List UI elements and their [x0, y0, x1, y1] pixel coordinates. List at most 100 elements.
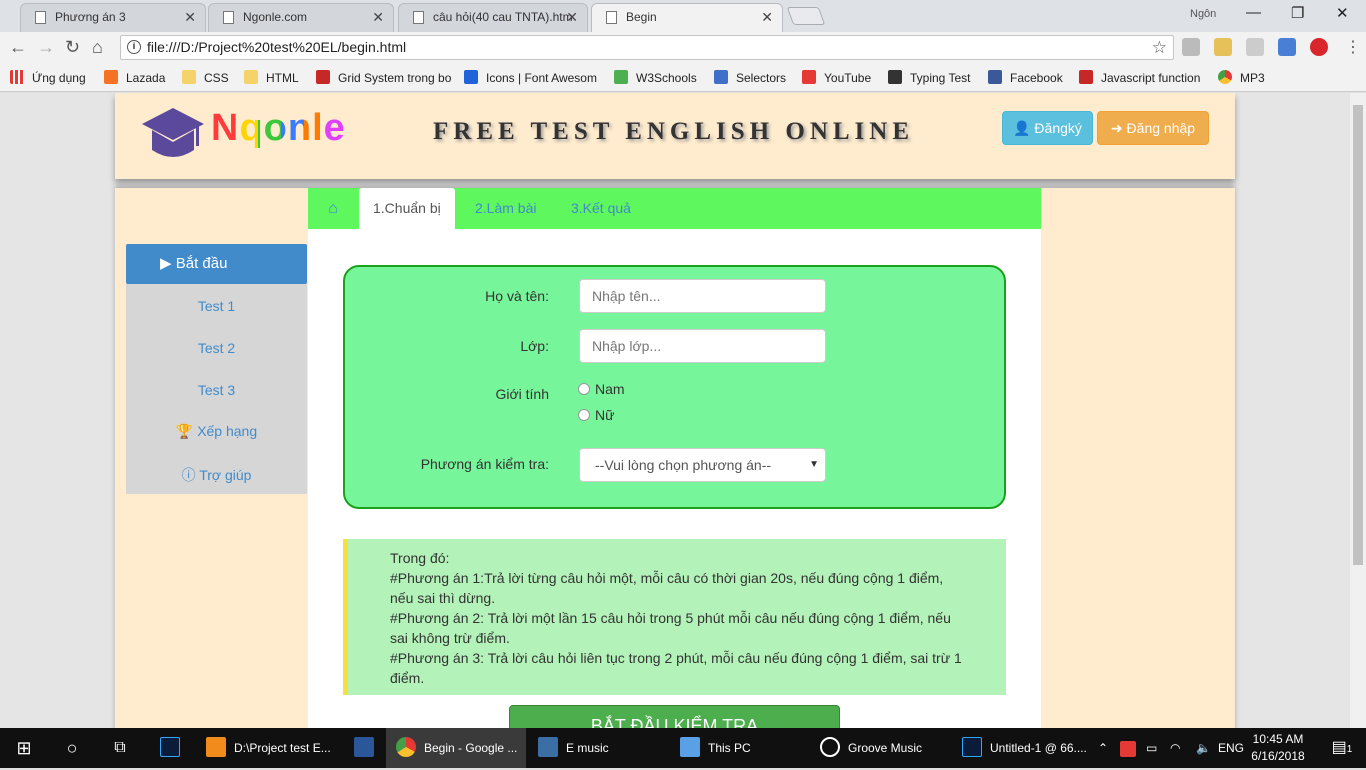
close-window-icon[interactable]: ✕	[1336, 4, 1349, 22]
page-icon	[413, 11, 424, 24]
bookmark-item[interactable]: Typing Test	[888, 70, 970, 85]
notification-count: 1	[1346, 744, 1353, 755]
sidebar-item-help[interactable]: ⓘ Trợ giúp	[126, 465, 307, 485]
class-input[interactable]: Nhập lớp...	[579, 329, 826, 363]
bookmark-item[interactable]: Facebook	[988, 70, 1063, 85]
scrollbar-thumb[interactable]	[1353, 105, 1363, 565]
windows-taskbar: ⊞ ○ ⧉ D:\Project test E... Begin - Googl…	[0, 728, 1366, 768]
sidebar-item-test-3[interactable]: Test 3	[126, 382, 307, 398]
windows-start-icon[interactable]: ⊞	[0, 728, 48, 768]
reload-icon[interactable]: ↻	[65, 37, 80, 58]
maximize-icon[interactable]: ❐	[1291, 4, 1304, 22]
taskbar-item[interactable]: This PC	[670, 728, 810, 768]
back-icon[interactable]: ←	[9, 37, 27, 58]
register-button[interactable]: 👤 Đăngký	[1002, 111, 1093, 145]
tab-do-test[interactable]: 2.Làm bài	[461, 188, 550, 229]
browser-tab[interactable]: Phương án 3 ✕	[20, 3, 206, 32]
site-title: FREE TEST ENGLISH ONLINE	[433, 118, 915, 145]
gender-female-radio[interactable]: Nữ	[578, 407, 614, 423]
method-select[interactable]: --Vui lòng chọn phương án-- ▼	[579, 448, 826, 482]
site-header: Nqonle FREE TEST ENGLISH ONLINE 👤 Đăngký…	[115, 93, 1235, 179]
folder-icon	[244, 70, 258, 84]
step-tabs: ⌂ 1.Chuẩn bị 2.Làm bài 3.Kết quả	[308, 188, 1041, 229]
taskbar-item[interactable]: Begin - Google ...	[386, 728, 526, 768]
bookmark-item[interactable]: YouTube	[802, 70, 871, 85]
new-tab-button[interactable]	[786, 7, 826, 25]
page-scrollbar[interactable]	[1350, 93, 1366, 728]
bookmark-item[interactable]: W3Schools	[614, 70, 697, 85]
extension-icon[interactable]	[1182, 38, 1200, 56]
logo-text: Nqonle	[211, 107, 346, 149]
forward-icon[interactable]: →	[37, 37, 55, 58]
color-picker-icon[interactable]	[1214, 38, 1232, 56]
sidebar-item-test-2[interactable]: Test 2	[126, 340, 307, 356]
volume-icon[interactable]: 🔈	[1196, 728, 1214, 768]
sidebar-item-test-1[interactable]: Test 1	[126, 298, 307, 314]
sidebar-item-start[interactable]: ▶ Bắt đầu	[126, 244, 307, 284]
browser-tab[interactable]: câu hỏi(40 cau TNTA).htm ✕	[398, 3, 588, 32]
bookmark-star-icon[interactable]: ☆	[1152, 36, 1167, 59]
note-line: Trong đó:	[390, 550, 450, 566]
taskbar-item[interactable]: D:\Project test E...	[196, 728, 342, 768]
language-indicator[interactable]: ENG	[1218, 728, 1246, 768]
notification-icon[interactable]: ▤1	[1322, 728, 1362, 768]
tab-result[interactable]: 3.Kết quả	[557, 188, 645, 229]
task-view-icon[interactable]: ⧉	[96, 728, 144, 768]
page-viewport: Nqonle FREE TEST ENGLISH ONLINE 👤 Đăngký…	[0, 93, 1350, 728]
user-icon: 👤	[1013, 120, 1031, 136]
gender-male-radio[interactable]: Nam	[578, 381, 625, 397]
bookmark-item[interactable]: CSS	[182, 70, 229, 85]
address-bar[interactable]: i file:///D:/Project%20test%20EL/begin.h…	[120, 35, 1174, 60]
sublime-icon	[206, 737, 226, 757]
info-icon[interactable]: i	[127, 40, 141, 54]
battery-icon[interactable]: ▭	[1146, 728, 1164, 768]
close-icon[interactable]: ✕	[566, 4, 578, 30]
home-icon[interactable]: ⌂	[92, 37, 103, 58]
page-icon	[35, 11, 46, 24]
close-icon[interactable]: ✕	[761, 4, 773, 30]
bookmark-item[interactable]: Selectors	[714, 70, 786, 85]
translate-icon[interactable]	[1278, 38, 1296, 56]
graduation-cap-icon	[142, 108, 204, 157]
start-test-button[interactable]: BẮT ĐẦU KIỂM TRA	[509, 705, 840, 728]
taskbar-item[interactable]: Untitled-1 @ 66....	[954, 728, 1094, 768]
bookmark-item[interactable]: Javascript function	[1079, 70, 1200, 85]
bookmark-item[interactable]: MP3	[1218, 70, 1265, 85]
clock[interactable]: 10:45 AM 6/16/2018	[1248, 731, 1308, 765]
taskbar-photoshop[interactable]	[150, 728, 190, 768]
home-icon: ⌂	[328, 200, 338, 217]
bookmark-item[interactable]: Lazada	[104, 70, 165, 85]
opera-icon[interactable]	[1310, 38, 1328, 56]
taskbar-item[interactable]: E music	[528, 728, 668, 768]
note-line: #Phương án 2: Trả lời một lần 15 câu hỏi…	[390, 610, 951, 646]
search-icon[interactable]: ○	[48, 728, 96, 768]
bookmark-item[interactable]: HTML	[244, 70, 299, 85]
taskbar-item[interactable]: Groove Music	[812, 728, 952, 768]
name-input[interactable]: Nhập tên...	[579, 279, 826, 313]
profile-name[interactable]: Ngôn	[1190, 8, 1216, 20]
site-logo[interactable]: Nqonle	[211, 107, 346, 150]
menu-icon[interactable]: ⋮	[1345, 37, 1361, 57]
chrome-icon	[1218, 70, 1232, 84]
login-button[interactable]: ➜ Đăng nhập	[1097, 111, 1209, 145]
bookmark-apps[interactable]: Ứng dụng	[10, 70, 86, 85]
minimize-icon[interactable]: —	[1246, 4, 1261, 21]
network-icon[interactable]: ◠	[1170, 728, 1188, 768]
close-icon[interactable]: ✕	[184, 4, 196, 30]
chevron-up-icon[interactable]: ⌃	[1098, 728, 1112, 768]
typing-icon	[888, 70, 902, 84]
bookmark-item[interactable]: Grid System trong bo	[316, 70, 451, 85]
browser-tab[interactable]: Ngonle.com ✕	[208, 3, 394, 32]
browser-tab-active[interactable]: Begin ✕	[591, 3, 783, 32]
taskbar-word[interactable]	[344, 728, 384, 768]
groove-icon	[820, 737, 840, 757]
sidebar-item-ranking[interactable]: 🏆 Xếp hạng	[126, 423, 307, 440]
close-icon[interactable]: ✕	[372, 4, 384, 30]
radio-icon[interactable]	[578, 383, 590, 395]
tab-home[interactable]: ⌂	[308, 188, 358, 229]
tray-app-icon[interactable]	[1120, 728, 1138, 768]
radio-icon[interactable]	[578, 409, 590, 421]
extension-icon[interactable]	[1246, 38, 1264, 56]
tab-prepare[interactable]: 1.Chuẩn bị	[359, 188, 455, 229]
bookmark-item[interactable]: Icons | Font Awesom	[464, 70, 597, 85]
